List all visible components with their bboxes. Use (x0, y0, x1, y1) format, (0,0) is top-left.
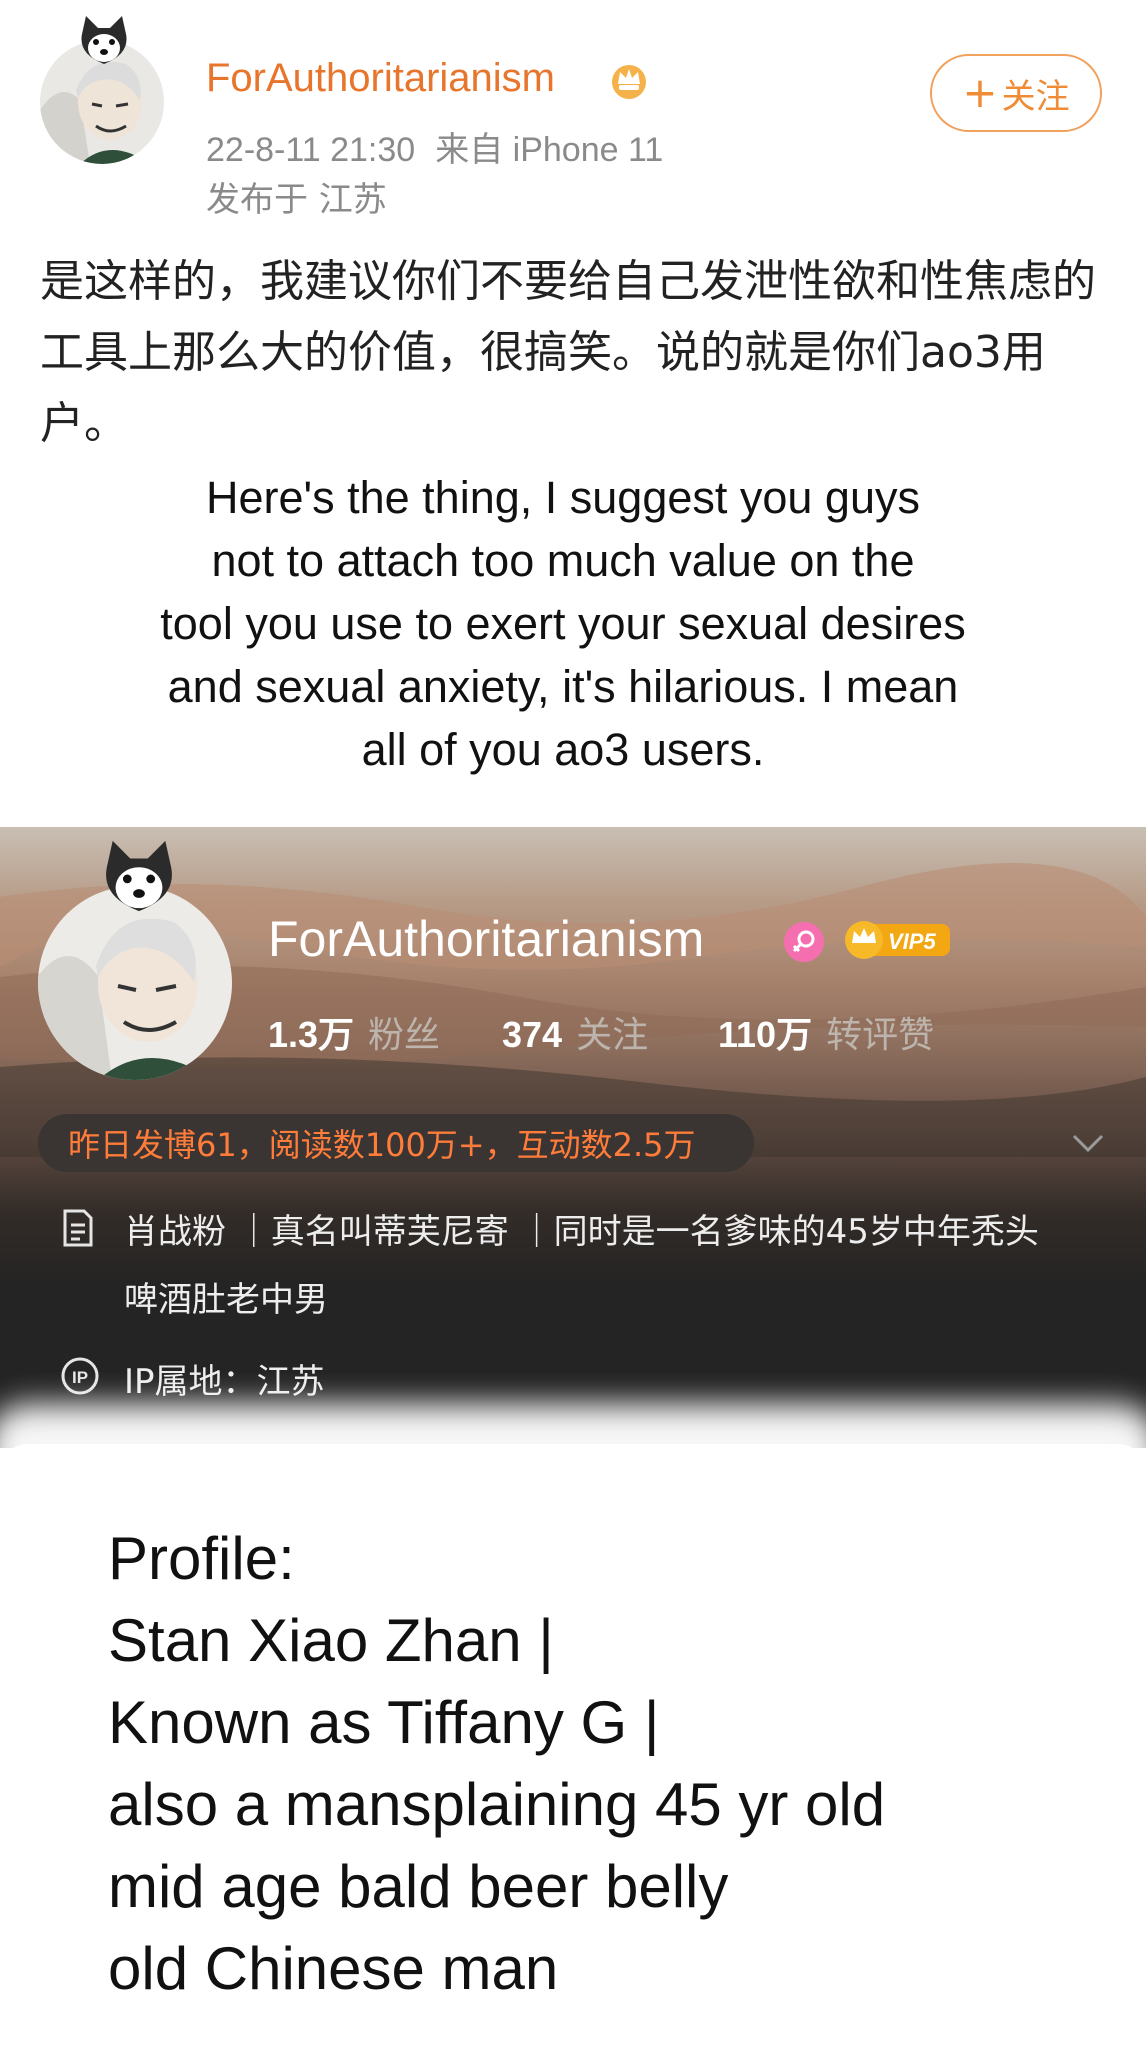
female-icon (784, 922, 824, 962)
profile-description: 肖战粉 ｜真名叫蒂芙尼寄 ｜同时是一名爹味的45岁中年秃头啤酒肚老中男 (124, 1212, 1039, 1320)
overlay-translation-text: Profile: Stan Xiao Zhan | Known as Tiffa… (108, 1518, 1108, 2010)
stat-value: 110万 (718, 1014, 813, 1055)
post-username[interactable]: ForAuthoritarianism (206, 56, 555, 101)
translation-line: Here's the thing, I suggest you guys (205, 472, 920, 523)
translation-line: and sexual anxiety, it's hilarious. I me… (167, 661, 959, 712)
translation-line: tool you use to exert your sexual desire… (160, 598, 966, 649)
post-meta: 22-8-11 21:30 来自 iPhone 11 (206, 122, 663, 171)
overlay-line: also a mansplaining 45 yr old (108, 1771, 886, 1838)
overlay-line: mid age bald beer belly (108, 1853, 729, 1920)
post-timestamp: 22-8-11 21:30 (206, 131, 416, 169)
vip-label: VIP5 (888, 929, 936, 954)
overlay-line: Stan Xiao Zhan | (108, 1607, 554, 1674)
stat-label: 粉丝 (368, 1014, 441, 1055)
translation-line: not to attach too much value on the (211, 535, 915, 586)
post-body-text: 是这样的，我建议你们不要给自己发泄性欲和性焦虑的工具上那么大的价值，很搞笑。说的… (40, 256, 1096, 449)
stat-value: 374 (502, 1014, 563, 1055)
weibo-post: ForAuthoritarianism + 关注 22-8-11 21:30 来自… (0, 0, 1146, 827)
follow-button[interactable]: + 关注 (930, 54, 1102, 132)
overlay-line: Profile: (108, 1525, 295, 1592)
svg-text:IP: IP (72, 1368, 88, 1387)
translation-line: all of you ao3 users. (361, 724, 765, 775)
crown-badge-icon (612, 65, 646, 99)
vip-badge-icon: VIP5 (845, 921, 950, 959)
stat-interactions[interactable]: 110万 转评赞 (718, 1006, 934, 1058)
stat-label: 关注 (576, 1014, 649, 1055)
follow-label: 关注 (1001, 76, 1070, 117)
chevron-down-icon[interactable] (1070, 1124, 1106, 1160)
ip-icon: IP (61, 1357, 99, 1395)
stat-following[interactable]: 374 关注 (502, 1006, 648, 1058)
stat-value: 1.3万 (268, 1014, 355, 1055)
post-source: 来自 iPhone 11 (435, 131, 664, 169)
post-translation: Here's the thing, I suggest you guys not… (80, 466, 1046, 781)
post-location: 发布于 江苏 (206, 180, 387, 220)
husky-decoration-icon (81, 16, 127, 64)
profile-username: ForAuthoritarianism (268, 911, 705, 967)
stat-label: 转评赞 (826, 1014, 935, 1055)
overlay-line: old Chinese man (108, 1935, 559, 2002)
ip-location: IP属地：江苏 (124, 1362, 325, 1402)
overlay-line: Known as Tiffany G | (108, 1689, 660, 1756)
document-icon (63, 1209, 93, 1247)
stat-followers[interactable]: 1.3万 粉丝 (268, 1006, 440, 1058)
activity-summary[interactable]: 昨日发博61，阅读数100万+，互动数2.5万 (38, 1114, 754, 1172)
plus-icon: + (962, 68, 998, 117)
husky-decoration-icon (106, 840, 172, 912)
profile-avatar[interactable] (38, 886, 232, 1080)
